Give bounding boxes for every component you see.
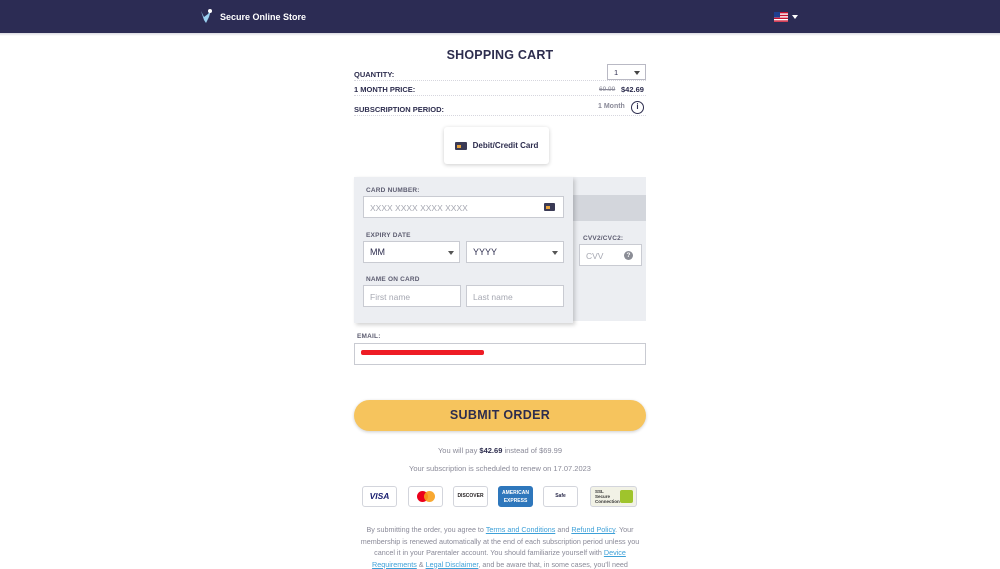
expiry-month-select[interactable]: MM bbox=[363, 241, 460, 263]
cvv-label: CVV2/CVC2: bbox=[583, 235, 624, 242]
info-icon[interactable]: i bbox=[631, 101, 644, 114]
cvv-placeholder: CVV bbox=[586, 251, 604, 261]
chevron-down-icon bbox=[634, 71, 640, 75]
refund-policy-link[interactable]: Refund Policy bbox=[571, 525, 615, 534]
first-name-input[interactable]: First name bbox=[363, 285, 461, 307]
payment-summary: You will pay $42.69 instead of $69.99 bbox=[354, 446, 646, 455]
legal-text-4: & bbox=[418, 559, 424, 569]
period-label: SUBSCRIPTION PERIOD: bbox=[354, 105, 445, 114]
safe-text: Safe bbox=[555, 493, 566, 499]
email-label: EMAIL: bbox=[357, 333, 381, 340]
magnetic-strip bbox=[573, 195, 646, 221]
chevron-down-icon bbox=[792, 15, 798, 19]
quantity-value: 1 bbox=[614, 68, 619, 77]
expiry-year-value: YYYY bbox=[473, 247, 498, 257]
lock-icon bbox=[620, 490, 633, 503]
pay-amount: $42.69 bbox=[479, 446, 503, 455]
chevron-down-icon bbox=[448, 251, 454, 255]
payment-method-card-button[interactable]: Debit/Credit Card bbox=[444, 127, 549, 164]
expiry-month-value: MM bbox=[370, 247, 385, 257]
quantity-select[interactable]: 1 bbox=[607, 64, 646, 80]
card-number-input[interactable]: XXXX XXXX XXXX XXXX bbox=[363, 196, 564, 218]
amex-line2: EXPRESS bbox=[503, 498, 528, 504]
legal-text-1: By submitting the order, you agree to bbox=[366, 525, 484, 534]
discover-text: DISCOVER bbox=[457, 493, 484, 499]
chevron-down-icon bbox=[552, 251, 558, 255]
mastercard-badge-icon bbox=[408, 486, 443, 507]
price-label: 1 MONTH PRICE: bbox=[354, 85, 416, 94]
card-number-placeholder: XXXX XXXX XXXX XXXX bbox=[370, 203, 468, 213]
submit-order-button[interactable]: SUBMIT ORDER bbox=[354, 400, 646, 431]
expiry-year-select[interactable]: YYYY bbox=[466, 241, 564, 263]
email-input[interactable] bbox=[354, 343, 646, 365]
terms-link[interactable]: Terms and Conditions bbox=[486, 525, 556, 534]
visa-badge-icon: VISA bbox=[362, 486, 397, 507]
brand-name: Secure Online Store bbox=[220, 11, 307, 22]
first-name-placeholder: First name bbox=[370, 292, 411, 302]
safe-badge-icon: Safe bbox=[543, 486, 578, 507]
pay-prefix: You will pay bbox=[437, 446, 478, 455]
us-flag-icon bbox=[774, 12, 788, 22]
amex-line1: AMERICAN bbox=[502, 490, 529, 496]
legal-text-2: and bbox=[557, 525, 570, 534]
hand-heart-logo-icon bbox=[201, 9, 212, 23]
pay-suffix: instead of $69.99 bbox=[504, 446, 563, 455]
cart-title: SHOPPING CART bbox=[446, 48, 554, 62]
ssl-badge-icon: SSL Secure Connection bbox=[590, 486, 637, 507]
cvv-input[interactable]: CVV ? bbox=[579, 244, 642, 266]
legal-disclaimer-link[interactable]: Legal Disclaimer bbox=[426, 560, 479, 569]
last-name-placeholder: Last name bbox=[473, 292, 513, 302]
renewal-note: Your subscription is scheduled to renew … bbox=[409, 464, 591, 473]
last-name-input[interactable]: Last name bbox=[466, 285, 564, 307]
discover-badge-icon: DISCOVER bbox=[453, 486, 488, 507]
header-shadow bbox=[0, 33, 1000, 36]
quantity-row: QUANTITY: bbox=[354, 70, 646, 81]
language-selector[interactable] bbox=[774, 12, 798, 22]
name-on-card-label: NAME ON CARD bbox=[366, 276, 420, 283]
credit-card-icon bbox=[454, 141, 467, 150]
price-old: 69.99 bbox=[599, 86, 616, 93]
card-number-label: CARD NUMBER: bbox=[366, 187, 420, 194]
period-value: 1 Month bbox=[598, 103, 625, 110]
amex-badge-icon: AMERICAN EXPRESS bbox=[498, 486, 533, 507]
legal-text-5: , and be aware that, in some cases, you'… bbox=[478, 559, 628, 569]
expiry-label: EXPIRY DATE bbox=[366, 232, 411, 239]
quantity-label: QUANTITY: bbox=[354, 70, 395, 79]
card-form-front: CARD NUMBER: XXXX XXXX XXXX XXXX EXPIRY … bbox=[354, 177, 573, 323]
credit-card-icon bbox=[544, 203, 555, 211]
top-navbar: Secure Online Store bbox=[0, 0, 1000, 33]
brand[interactable]: Secure Online Store bbox=[198, 8, 306, 25]
legal-text: By submitting the order, you agree to Te… bbox=[354, 524, 646, 569]
help-icon[interactable]: ? bbox=[624, 251, 633, 260]
payment-method-label: Debit/Credit Card bbox=[472, 141, 539, 150]
price-new: $42.69 bbox=[621, 85, 644, 94]
redaction-mark bbox=[361, 350, 484, 355]
payment-badges: VISA DISCOVER AMERICAN EXPRESS Safe SSL … bbox=[362, 486, 638, 508]
